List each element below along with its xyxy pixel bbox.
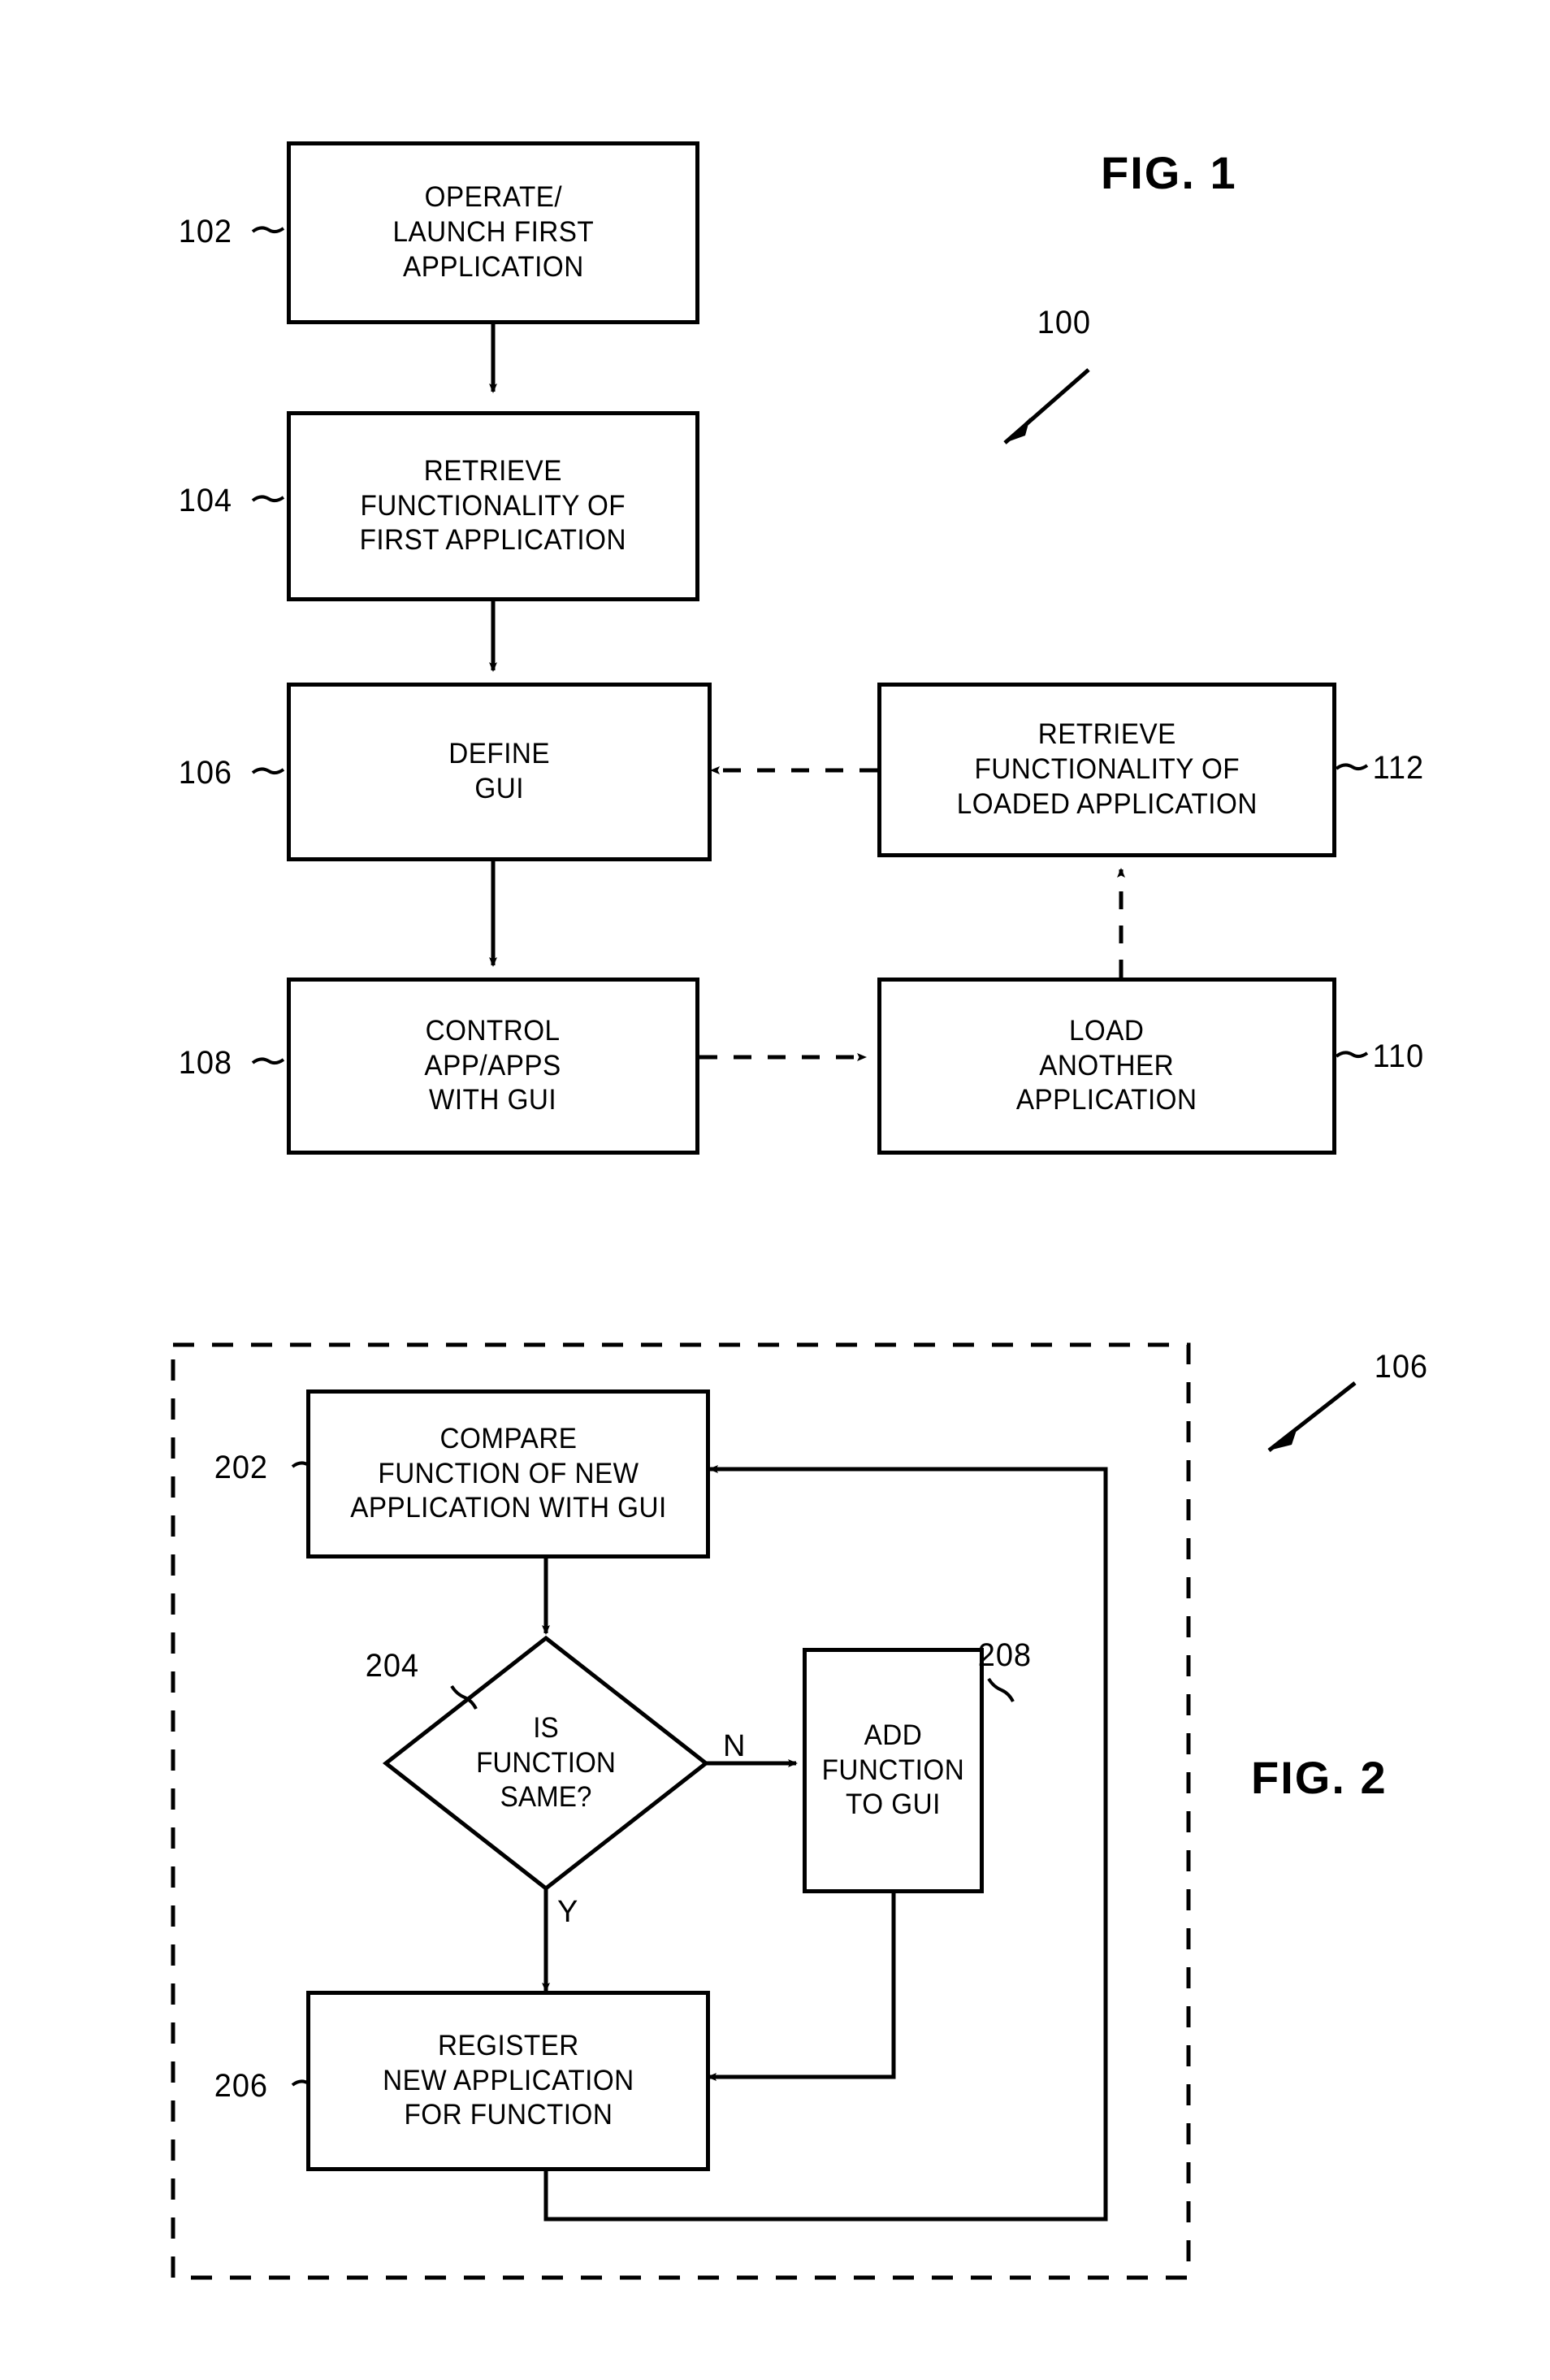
process-box-102-label: OPERATE/ LAUNCH FIRST APPLICATION (392, 181, 594, 283)
ref-numeral-108: 108 (178, 1045, 233, 1081)
ref-numeral-106: 106 (178, 755, 233, 791)
process-box-202-label: COMPARE FUNCTION OF NEW APPLICATION WITH… (349, 1422, 667, 1524)
process-box-208-label: ADD FUNCTION TO GUI (821, 1719, 965, 1821)
ref-numeral-104: 104 (178, 483, 233, 518)
process-box-106-label: DEFINE GUI (448, 738, 550, 804)
process-box-208[interactable]: ADD FUNCTION TO GUI (803, 1648, 984, 1893)
process-box-102[interactable]: OPERATE/ LAUNCH FIRST APPLICATION (287, 141, 699, 324)
process-box-104[interactable]: RETRIEVE FUNCTIONALITY OF FIRST APPLICAT… (287, 411, 699, 601)
system-ref-106-fig2: 106 (1374, 1349, 1429, 1385)
decision-204-label: IS FUNCTION SAME? (476, 1711, 616, 1814)
process-box-106[interactable]: DEFINE GUI (287, 683, 712, 861)
process-box-110[interactable]: LOAD ANOTHER APPLICATION (877, 978, 1336, 1155)
process-box-108[interactable]: CONTROL APP/APPS WITH GUI (287, 978, 699, 1155)
process-box-206[interactable]: REGISTER NEW APPLICATION FOR FUNCTION (306, 1991, 710, 2171)
ref-numeral-202: 202 (214, 1450, 269, 1485)
ref-numeral-204: 204 (365, 1648, 420, 1684)
system-ref-100: 100 (1037, 305, 1092, 340)
leader-106-fig2 (1267, 1381, 1357, 1452)
connector-layer (171, 226, 1369, 2280)
ref-numeral-102: 102 (178, 214, 233, 249)
leader-100 (1003, 368, 1090, 444)
figure-title-2: FIG. 2 (1251, 1752, 1388, 1803)
decision-204[interactable]: IS FUNCTION SAME? (386, 1638, 706, 1888)
process-box-110-label: LOAD ANOTHER APPLICATION (1016, 1014, 1197, 1116)
ref-numeral-110: 110 (1372, 1038, 1425, 1074)
ref-hooks-fig1 (251, 226, 1369, 1065)
patent-figure-sheet: FIG. 1 100 OPERATE/ LAUNCH FIRST APPLICA… (0, 0, 1550, 2380)
figure-title-1: FIG. 1 (1101, 147, 1237, 198)
process-box-112-label: RETRIEVE FUNCTIONALITY OF LOADED APPLICA… (956, 718, 1258, 820)
ref-numeral-206: 206 (214, 2068, 269, 2104)
process-box-202[interactable]: COMPARE FUNCTION OF NEW APPLICATION WITH… (306, 1389, 710, 1558)
process-box-108-label: CONTROL APP/APPS WITH GUI (424, 1014, 562, 1116)
branch-label-no: N (723, 1729, 746, 1763)
process-box-104-label: RETRIEVE FUNCTIONALITY OF FIRST APPLICAT… (359, 454, 627, 557)
edge-208-to-206 (707, 1893, 896, 2081)
ref-numeral-208: 208 (977, 1637, 1033, 1673)
branch-label-yes: Y (557, 1895, 578, 1929)
ref-numeral-112: 112 (1372, 750, 1425, 786)
process-box-206-label: REGISTER NEW APPLICATION FOR FUNCTION (382, 2029, 634, 2131)
process-box-112[interactable]: RETRIEVE FUNCTIONALITY OF LOADED APPLICA… (877, 683, 1336, 857)
